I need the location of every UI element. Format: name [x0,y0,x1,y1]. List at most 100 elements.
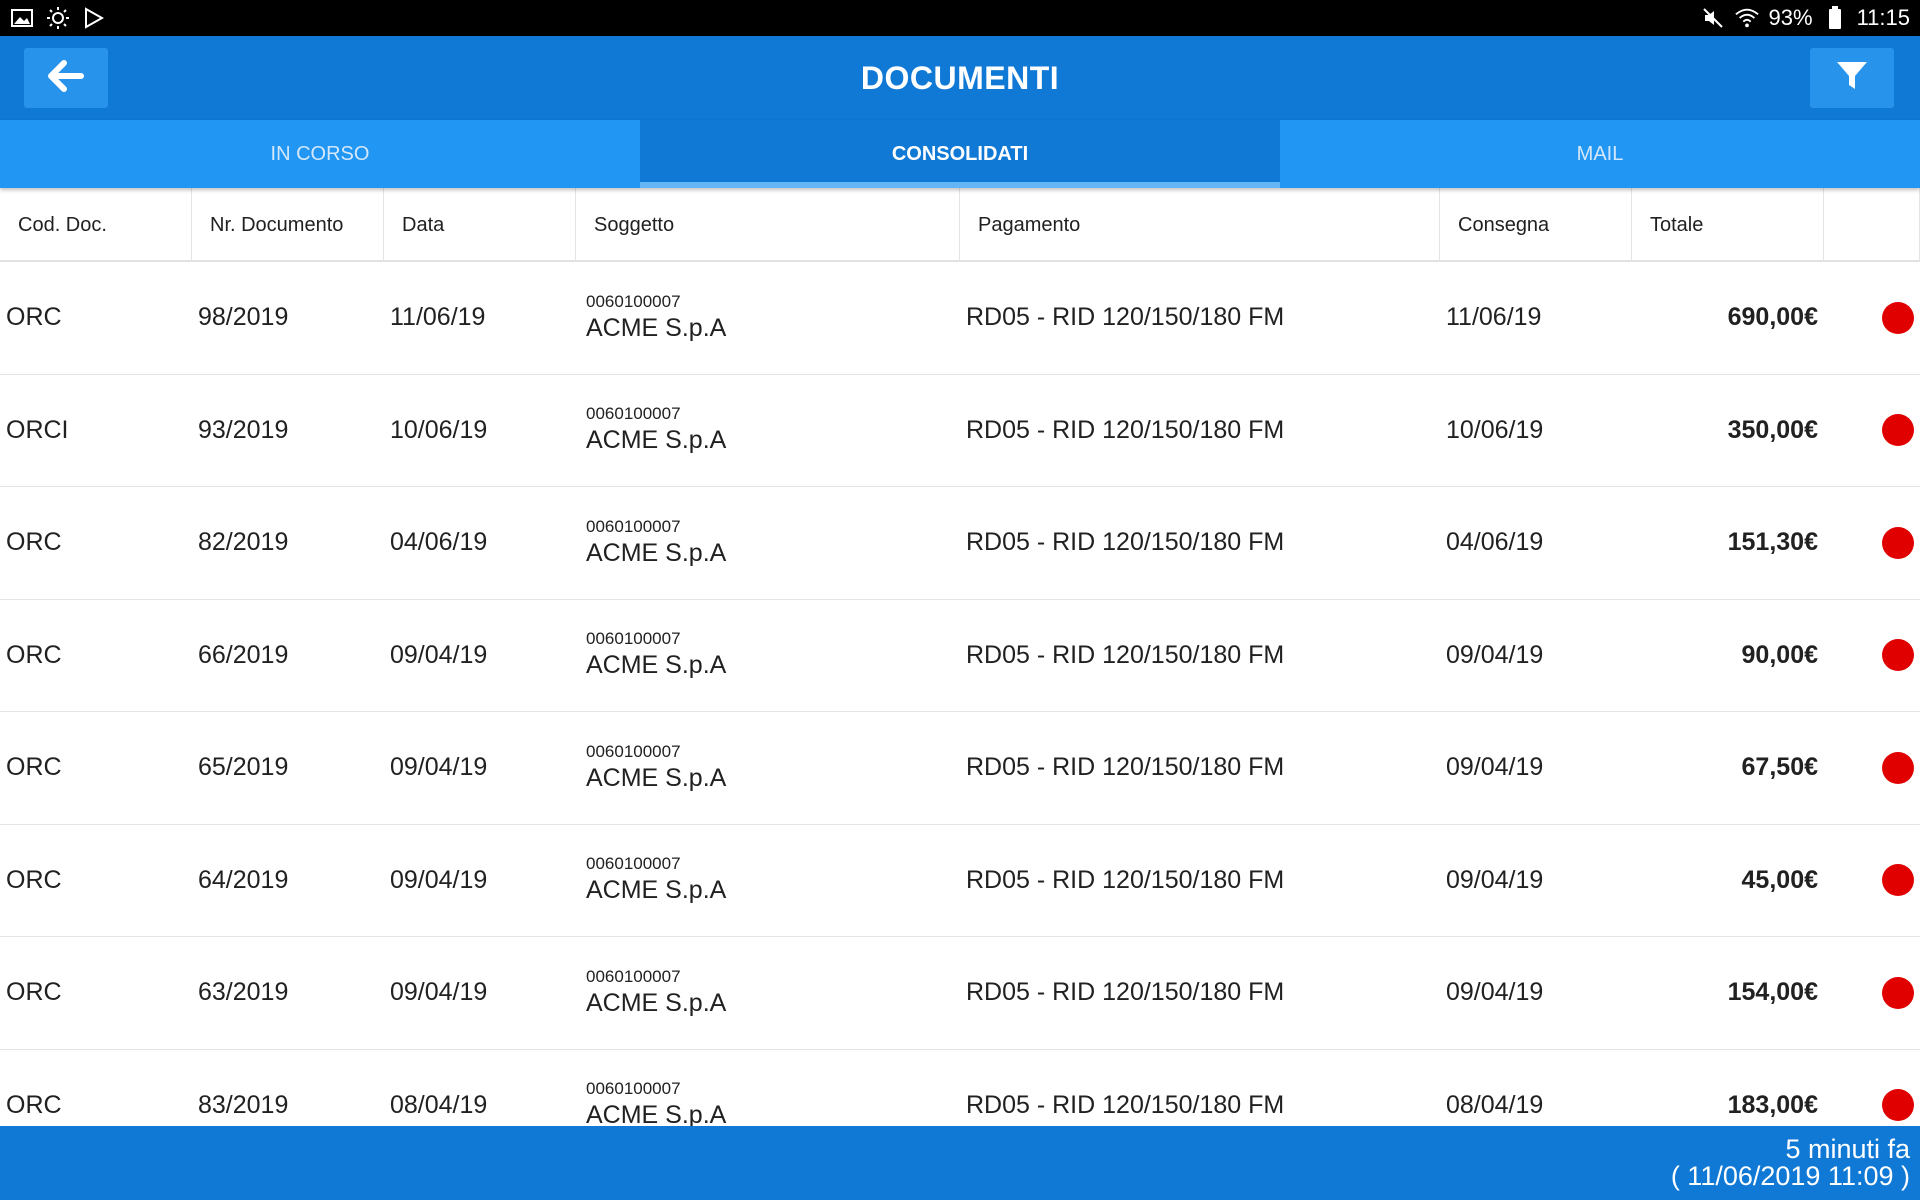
table-row[interactable]: ORC 65/2019 09/04/19 0060100007 ACME S.p… [0,712,1920,825]
cell-nr-documento: 64/2019 [198,865,289,894]
cell-totale: 151,30€ [1727,528,1818,557]
column-header-data[interactable]: Data [384,188,576,262]
cell-status [1824,825,1920,937]
cell-soggetto: 0060100007 ACME S.p.A [576,487,960,599]
status-dot-icon [1882,639,1914,672]
cell-data: 04/06/19 [390,528,488,557]
status-dot-icon [1882,864,1914,897]
cell-cod-doc: ORC [6,1090,62,1119]
column-header-totale[interactable]: Totale [1632,188,1824,262]
status-bar: 93% 11:15 [0,0,1920,36]
last-sync-timestamp: ( 11/06/2019 11:09 ) [1670,1161,1910,1191]
cell-data: 11/06/19 [390,303,486,332]
cell-status [1824,600,1920,712]
subject-code: 0060100007 [586,516,681,536]
cell-pagamento: RD05 - RID 120/150/180 FM [966,978,1285,1007]
cell-nr-documento: 93/2019 [198,415,289,444]
status-dot-icon [1882,526,1914,559]
cell-pagamento: RD05 - RID 120/150/180 FM [966,303,1285,332]
cell-status [1824,375,1920,487]
tab-in-corso[interactable]: IN CORSO [0,120,640,188]
cell-data: 08/04/19 [390,1090,488,1119]
table-row[interactable]: ORCI 93/2019 10/06/19 0060100007 ACME S.… [0,375,1920,487]
table-row[interactable]: ORC 66/2019 09/04/19 0060100007 ACME S.p… [0,600,1920,712]
cell-nr-documento: 65/2019 [198,753,289,782]
subject-name: ACME S.p.A [586,426,727,455]
subject-name: ACME S.p.A [586,651,727,680]
subject-code: 0060100007 [586,741,681,761]
status-bar-right: 93% 11:15 [1701,5,1910,31]
subject-name: ACME S.p.A [586,313,727,342]
subject-name: ACME S.p.A [586,1101,727,1126]
cell-cod-doc: ORC [6,640,62,669]
table-row[interactable]: ORC 83/2019 08/04/19 0060100007 ACME S.p… [0,1050,1920,1127]
cell-pagamento: RD05 - RID 120/150/180 FM [966,640,1285,669]
tab-mail[interactable]: MAIL [1280,120,1920,188]
table-row[interactable]: ORC 64/2019 09/04/19 0060100007 ACME S.p… [0,825,1920,937]
documents-table-body[interactable]: ORC 98/2019 11/06/19 0060100007 ACME S.p… [0,262,1920,1126]
subject-code: 0060100007 [586,291,681,311]
cell-soggetto: 0060100007 ACME S.p.A [576,1050,960,1126]
cell-status [1824,712,1920,824]
subject-name: ACME S.p.A [586,538,727,567]
cell-status [1824,262,1920,374]
column-header-consegna[interactable]: Consegna [1440,188,1632,262]
cell-consegna: 04/06/19 [1446,528,1544,557]
tab-bar: IN CORSO CONSOLIDATI MAIL [0,120,1920,188]
status-dot-icon [1882,751,1914,784]
table-row[interactable]: ORC 63/2019 09/04/19 0060100007 ACME S.p… [0,937,1920,1050]
image-icon [10,6,34,30]
filter-button[interactable] [1810,48,1894,108]
column-header-soggetto[interactable]: Soggetto [576,188,960,262]
cell-soggetto: 0060100007 ACME S.p.A [576,712,960,824]
column-header-pagamento[interactable]: Pagamento [960,188,1440,262]
cell-pagamento: RD05 - RID 120/150/180 FM [966,415,1285,444]
cell-pagamento: RD05 - RID 120/150/180 FM [966,753,1285,782]
column-header-nr-documento[interactable]: Nr. Documento [192,188,384,262]
status-bar-left [10,6,106,30]
mute-icon [1701,6,1725,30]
subject-name: ACME S.p.A [586,876,727,905]
status-dot-icon [1882,1089,1914,1122]
subject-name: ACME S.p.A [586,988,727,1017]
last-sync-relative: 5 minuti fa [1785,1134,1910,1164]
cell-totale: 350,00€ [1727,415,1818,444]
cell-status [1824,1050,1920,1127]
status-dot-icon [1882,414,1914,447]
subject-code: 0060100007 [586,629,681,649]
cell-cod-doc: ORCI [6,415,69,444]
cell-cod-doc: ORC [6,753,62,782]
back-button[interactable] [24,48,108,108]
cell-nr-documento: 82/2019 [198,528,289,557]
cell-cod-doc: ORC [6,528,62,557]
cell-consegna: 08/04/19 [1446,1090,1544,1119]
brightness-icon [46,6,70,30]
cell-data: 10/06/19 [390,415,488,444]
status-dot-icon [1882,301,1914,334]
cell-consegna: 09/04/19 [1446,753,1544,782]
cell-consegna: 09/04/19 [1446,865,1544,894]
table-row[interactable]: ORC 98/2019 11/06/19 0060100007 ACME S.p… [0,262,1920,375]
cell-soggetto: 0060100007 ACME S.p.A [576,600,960,712]
wifi-icon [1734,6,1759,30]
subject-code: 0060100007 [586,966,681,986]
cell-nr-documento: 66/2019 [198,640,289,669]
cell-cod-doc: ORC [6,865,62,894]
subject-name: ACME S.p.A [586,763,727,792]
table-row[interactable]: ORC 82/2019 04/06/19 0060100007 ACME S.p… [0,487,1920,600]
page-title: DOCUMENTI [860,60,1060,96]
cell-consegna: 10/06/19 [1446,415,1544,444]
column-header-cod-doc[interactable]: Cod. Doc. [0,188,192,262]
subject-code: 0060100007 [586,1079,681,1099]
cell-soggetto: 0060100007 ACME S.p.A [576,262,960,374]
cell-status [1824,937,1920,1049]
cell-status [1824,487,1920,599]
tab-consolidati[interactable]: CONSOLIDATI [640,120,1280,188]
cell-totale: 690,00€ [1727,303,1818,332]
cell-totale: 183,00€ [1727,1090,1818,1119]
column-header-status [1824,188,1920,262]
cell-data: 09/04/19 [390,753,488,782]
cell-data: 09/04/19 [390,640,488,669]
cell-pagamento: RD05 - RID 120/150/180 FM [966,1090,1285,1119]
battery-percent: 93% [1768,5,1813,30]
